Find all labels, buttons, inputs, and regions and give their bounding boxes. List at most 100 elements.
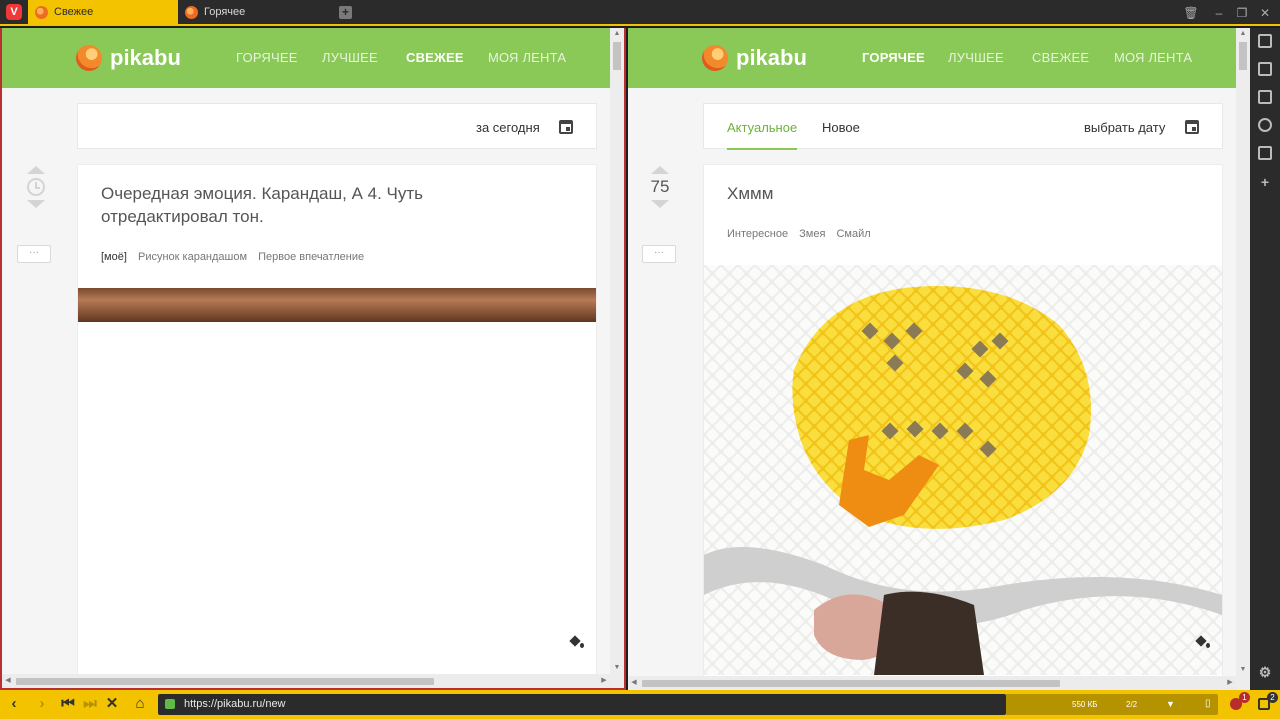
add-panel-icon[interactable]: + <box>1258 174 1272 190</box>
tab-actual[interactable]: Актуальное <box>727 120 798 150</box>
pikabu-favicon-icon <box>35 6 48 19</box>
calendar-icon[interactable] <box>559 120 573 134</box>
pikabu-logo[interactable]: pikabu <box>76 45 181 71</box>
address-bar-info: 550 КБ 2/2 ▼ ▯ <box>1006 694 1218 715</box>
vivaldi-menu-icon[interactable]: V <box>6 4 22 20</box>
nav-fresh[interactable]: СВЕЖЕЕ <box>406 50 464 65</box>
nav-my-feed[interactable]: МОЯ ЛЕНТА <box>488 50 566 65</box>
forward-icon[interactable]: › <box>34 696 50 712</box>
tab-label: Горячее <box>204 6 246 18</box>
vote-block: 75 <box>640 166 680 208</box>
tab-new[interactable]: Новое <box>822 120 860 135</box>
settings-gear-icon[interactable]: ⚙ <box>1258 664 1272 681</box>
side-panel: + ⚙ <box>1250 28 1280 690</box>
date-filter-bar: за сегодня <box>77 103 597 149</box>
calendar-icon[interactable] <box>1185 120 1199 134</box>
upvote-arrow-icon[interactable] <box>651 166 669 174</box>
dropdown-icon[interactable]: ▼ <box>1166 699 1175 709</box>
pikabu-favicon-icon <box>185 6 198 19</box>
nav-hot[interactable]: ГОРЯЧЕЕ <box>862 50 925 65</box>
right-tile-pane: pikabu ГОРЯЧЕЕ ЛУЧШЕЕ СВЕЖЕЕ МОЯ ЛЕНТА А… <box>628 28 1250 690</box>
tag[interactable]: Смайл <box>836 228 870 240</box>
more-button[interactable]: ··· <box>17 245 51 263</box>
nav-my-feed[interactable]: МОЯ ЛЕНТА <box>1114 50 1192 65</box>
post-title-line: Очередная эмоция. Карандаш, А 4. Чуть <box>101 184 424 203</box>
status-bar: ‹ › ⏮ ⏭ ✕ ⌂ https://pikabu.ru/new 550 КБ… <box>0 690 1280 719</box>
scroll-up-arrow-icon[interactable]: ▲ <box>610 28 624 40</box>
downvote-arrow-icon[interactable] <box>27 200 45 208</box>
post-title-line: отредактировал тон. <box>101 207 264 226</box>
vote-block <box>16 166 56 208</box>
paint-bucket-icon[interactable] <box>1196 635 1210 649</box>
rewind-icon[interactable]: ⏮ <box>60 696 76 712</box>
tag-my[interactable]: [моё] <box>101 251 127 263</box>
vertical-scrollbar[interactable]: ▲ ▼ <box>610 28 624 688</box>
date-filter-label[interactable]: за сегодня <box>476 120 540 135</box>
scroll-right-arrow-icon[interactable]: ▶ <box>598 674 610 688</box>
address-bar[interactable]: https://pikabu.ru/new <box>158 694 1006 715</box>
paint-bucket-icon[interactable] <box>570 635 584 649</box>
post-card: Очередная эмоция. Карандаш, А 4. Чуть от… <box>77 164 597 684</box>
scroll-thumb[interactable] <box>1239 42 1247 70</box>
post-rating: 75 <box>650 177 670 196</box>
scroll-thumb[interactable] <box>642 680 1060 687</box>
trash-icon[interactable]: 🗑 <box>1182 4 1200 22</box>
stop-icon[interactable]: ✕ <box>104 696 120 712</box>
pick-date-label[interactable]: выбрать дату <box>1084 120 1165 135</box>
fast-forward-icon[interactable]: ⏭ <box>82 696 98 712</box>
scroll-down-arrow-icon[interactable]: ▼ <box>1236 664 1250 676</box>
tab-bar: V Свежее Горячее + 🗑 ‒ ❐ ✕ <box>0 0 1280 26</box>
post-image-snake-smiley <box>704 265 1222 675</box>
pikabu-logo-icon <box>702 45 728 71</box>
scroll-up-arrow-icon[interactable]: ▲ <box>1236 28 1250 40</box>
scroll-down-arrow-icon[interactable]: ▼ <box>610 662 624 674</box>
scroll-thumb[interactable] <box>16 678 434 685</box>
web-panel-icon[interactable] <box>1258 146 1272 160</box>
upvote-arrow-icon[interactable] <box>27 166 45 174</box>
scroll-left-arrow-icon[interactable]: ◀ <box>2 674 14 688</box>
logo-text: pikabu <box>110 45 181 70</box>
scroll-left-arrow-icon[interactable]: ◀ <box>628 676 640 690</box>
maximize-button[interactable]: ❐ <box>1233 4 1251 22</box>
page-size: 550 КБ <box>1072 700 1098 709</box>
notes-icon[interactable] <box>1258 90 1272 104</box>
tab-hot[interactable]: Горячее <box>178 0 328 25</box>
nav-best[interactable]: ЛУЧШЕЕ <box>948 50 1004 65</box>
site-header: pikabu ГОРЯЧЕЕ ЛУЧШЕЕ СВЕЖЕЕ МОЯ ЛЕНТА <box>628 28 1250 88</box>
vertical-scrollbar[interactable]: ▲ ▼ <box>1236 28 1250 690</box>
downloads-icon[interactable] <box>1258 62 1272 76</box>
downvote-arrow-icon[interactable] <box>651 200 669 208</box>
post-title[interactable]: Очередная эмоция. Карандаш, А 4. Чуть от… <box>101 182 423 228</box>
bookmark-icon[interactable]: ▯ <box>1205 698 1211 709</box>
home-icon[interactable]: ⌂ <box>132 696 148 712</box>
tab-counter: 2/2 <box>1126 700 1138 709</box>
post-title[interactable]: Хммм <box>727 182 773 205</box>
history-icon[interactable] <box>1258 118 1272 132</box>
address-text[interactable]: https://pikabu.ru/new <box>184 698 286 710</box>
more-button[interactable]: ··· <box>642 245 676 263</box>
feed-filter-bar: Актуальное Новое выбрать дату <box>703 103 1223 150</box>
horizontal-scrollbar[interactable]: ◀ ▶ <box>628 676 1236 690</box>
tag[interactable]: Интересное <box>727 228 788 240</box>
nav-fresh[interactable]: СВЕЖЕЕ <box>1032 50 1089 65</box>
nav-best[interactable]: ЛУЧШЕЕ <box>322 50 378 65</box>
clock-icon <box>27 178 45 196</box>
bookmarks-icon[interactable] <box>1258 34 1272 48</box>
tag[interactable]: Змея <box>799 228 825 240</box>
horizontal-scrollbar[interactable]: ◀ ▶ <box>2 674 610 688</box>
tab-fresh[interactable]: Свежее <box>28 0 178 25</box>
tag[interactable]: Первое впечатление <box>258 251 364 263</box>
pikabu-logo[interactable]: pikabu <box>702 45 807 71</box>
nav-hot[interactable]: ГОРЯЧЕЕ <box>236 50 298 65</box>
close-window-button[interactable]: ✕ <box>1256 4 1274 22</box>
tag[interactable]: Рисунок карандашом <box>138 251 247 263</box>
scroll-right-arrow-icon[interactable]: ▶ <box>1224 676 1236 690</box>
scroll-thumb[interactable] <box>613 42 621 70</box>
back-icon[interactable]: ‹ <box>6 696 22 712</box>
pikabu-logo-icon <box>76 45 102 71</box>
post-tags: [моё] Рисунок карандашом Первое впечатле… <box>101 251 372 263</box>
logo-text: pikabu <box>736 45 807 70</box>
post-card: Хммм Интересное Змея Смайл <box>703 164 1223 684</box>
new-tab-button[interactable]: + <box>339 6 352 19</box>
minimize-button[interactable]: ‒ <box>1210 4 1228 22</box>
